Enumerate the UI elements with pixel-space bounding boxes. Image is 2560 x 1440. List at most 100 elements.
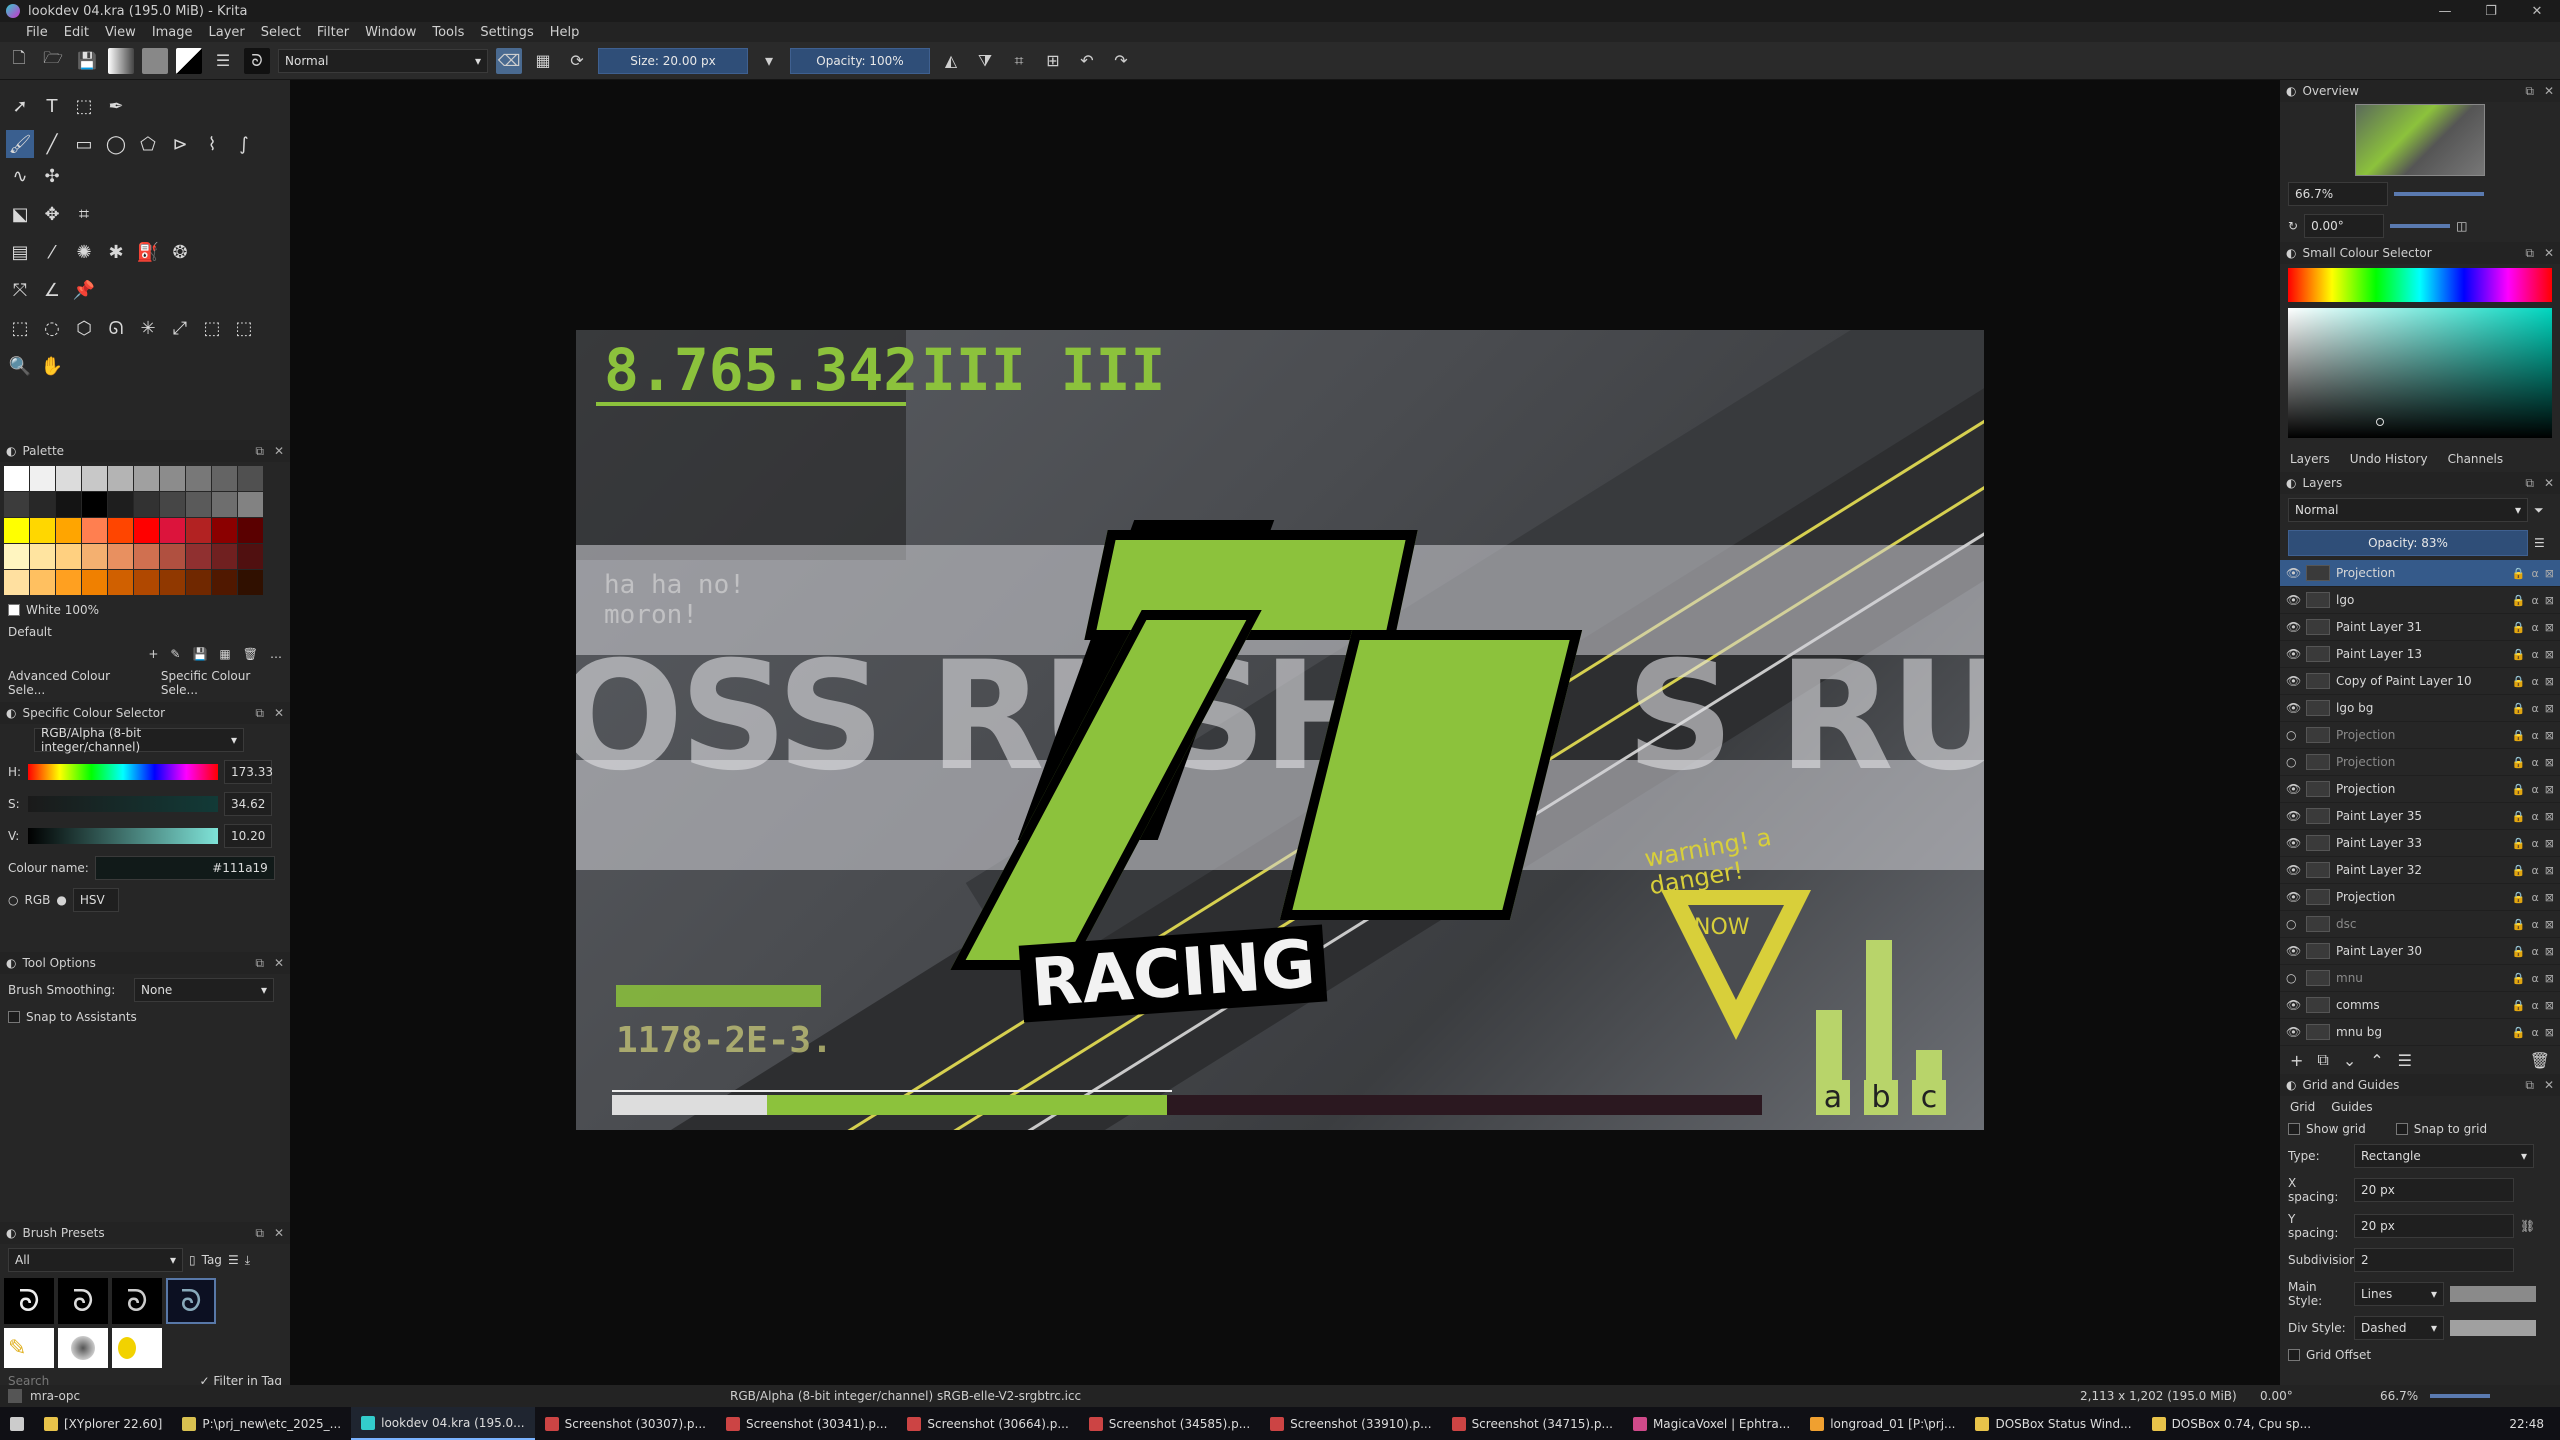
freehand-path-tool-icon[interactable]: ∫	[230, 130, 258, 158]
overview-zoom[interactable]: 66.7%	[2288, 182, 2388, 206]
blend-mode-select[interactable]: Normal ▾	[278, 48, 488, 73]
float-icon[interactable]: ⧉	[255, 706, 264, 721]
rect-select-tool-icon[interactable]: ⬚	[6, 314, 34, 342]
inherit-alpha-icon[interactable]: ⊠	[2545, 648, 2554, 661]
inherit-alpha-icon[interactable]: ⊠	[2545, 621, 2554, 634]
show-grid-checkbox[interactable]	[2288, 1123, 2300, 1135]
calligraphy-tool-icon[interactable]: ✒	[102, 92, 130, 120]
close-icon[interactable]: ✕	[2544, 476, 2554, 491]
close-icon[interactable]: ✕	[2544, 84, 2554, 99]
saturation-value[interactable]: 34.62	[224, 792, 272, 816]
overview-rotate-slider[interactable]	[2390, 224, 2451, 228]
layer-properties-icon[interactable]: ☰	[2398, 1051, 2412, 1070]
ellipse-tool-icon[interactable]: ◯	[102, 130, 130, 158]
layer-row[interactable]: 👁 Paint Layer 13 🔒 α ⊠	[2280, 641, 2560, 668]
lock-icon[interactable]: 🔒	[2512, 864, 2526, 877]
reference-tool-icon[interactable]: 📌	[70, 276, 98, 304]
hue-value[interactable]: 173.33	[224, 760, 273, 784]
main-style-select[interactable]: Lines ▾	[2354, 1282, 2444, 1306]
layer-row[interactable]: 👁 lgo 🔒 α ⊠	[2280, 587, 2560, 614]
close-button[interactable]: ✕	[2514, 0, 2560, 22]
visibility-eye-icon[interactable]: 👁	[2286, 647, 2301, 661]
layer-row[interactable]: 👁 Projection 🔒 α ⊠	[2280, 560, 2560, 587]
visibility-eye-icon[interactable]: 👁	[2286, 809, 2301, 823]
float-icon[interactable]: ⧉	[255, 956, 264, 971]
mirror-horizontal-icon[interactable]: ◭	[938, 48, 964, 74]
inherit-alpha-icon[interactable]: ⊠	[2545, 864, 2554, 877]
taskbar-item[interactable]: Screenshot (33910).p...	[1260, 1407, 1441, 1440]
add-swatch-icon[interactable]: +	[148, 647, 158, 661]
palette-swatch[interactable]	[212, 492, 237, 517]
palette-swatch[interactable]	[160, 518, 185, 543]
y-spacing-input[interactable]: 20 px	[2354, 1214, 2514, 1238]
lock-icon[interactable]: 🔒	[2512, 972, 2526, 985]
colour-profile-select[interactable]: RGB/Alpha (8-bit integer/channel) ▾	[34, 726, 244, 754]
filter-icon[interactable]: ⏷	[2534, 503, 2544, 518]
layer-row[interactable]: 👁 Paint Layer 31 🔒 α ⊠	[2280, 614, 2560, 641]
alpha-lock-icon[interactable]: α	[2532, 864, 2539, 877]
menu-view[interactable]: View	[97, 25, 144, 40]
tab-layers[interactable]: Layers	[2290, 452, 2330, 466]
save-palette-icon[interactable]: 💾	[192, 647, 207, 661]
colorize-mask-tool-icon[interactable]: ✱	[102, 238, 130, 266]
colour-name-value[interactable]: #111a19	[94, 856, 275, 880]
palette-swatch[interactable]	[30, 544, 55, 569]
alpha-lock-icon[interactable]: α	[2532, 972, 2539, 985]
similar-select-tool-icon[interactable]: ⤢	[166, 314, 194, 342]
palette-swatch[interactable]	[186, 544, 211, 569]
visibility-eye-icon[interactable]: 👁	[2286, 566, 2301, 580]
taskbar-item[interactable]: DOSBox 0.74, Cpu sp...	[2142, 1407, 2322, 1440]
close-icon[interactable]: ✕	[274, 444, 284, 459]
saturation-slider[interactable]	[28, 796, 218, 812]
visibility-eye-icon[interactable]: ○	[2286, 917, 2300, 931]
palette-swatch[interactable]	[56, 466, 81, 491]
alpha-lock-icon[interactable]: α	[2532, 945, 2539, 958]
lock-icon[interactable]: 🔒	[2512, 756, 2526, 769]
ellipse-select-tool-icon[interactable]: ◌	[38, 314, 66, 342]
lock-icon[interactable]: 🔒	[2512, 621, 2526, 634]
polygon-tool-icon[interactable]: ⬠	[134, 130, 162, 158]
menu-edit[interactable]: Edit	[56, 25, 97, 40]
layer-row[interactable]: 👁 Paint Layer 32 🔒 α ⊠	[2280, 857, 2560, 884]
palette-swatch[interactable]	[238, 518, 263, 543]
taskbar-item[interactable]: longroad_01 [P:\prj...	[1800, 1407, 1965, 1440]
subdivision-input[interactable]: 2	[2354, 1248, 2514, 1272]
menu-file[interactable]: File	[6, 25, 56, 40]
crop-tool-icon[interactable]: ⌗	[70, 200, 98, 228]
menu-image[interactable]: Image	[144, 25, 201, 40]
taskbar-item[interactable]: Screenshot (30341).p...	[716, 1407, 897, 1440]
lock-icon[interactable]: 🔒	[2512, 945, 2526, 958]
add-layer-icon[interactable]: +	[2290, 1051, 2303, 1070]
brush-preset-thumb[interactable]: ✎	[4, 1328, 54, 1368]
alpha-lock-icon[interactable]: α	[2532, 567, 2539, 580]
multibrush-tool-icon[interactable]: ✣	[38, 162, 66, 190]
line-tool-icon[interactable]: ╱	[38, 130, 66, 158]
list-view-icon[interactable]: ☰	[228, 1253, 239, 1267]
palette-swatch[interactable]	[4, 570, 29, 595]
rectangle-tool-icon[interactable]: ▭	[70, 130, 98, 158]
overview-zoom-slider[interactable]	[2394, 192, 2484, 196]
visibility-eye-icon[interactable]: 👁	[2286, 782, 2301, 796]
menu-select[interactable]: Select	[253, 25, 309, 40]
visibility-eye-icon[interactable]: 👁	[2286, 593, 2301, 607]
taskbar-item[interactable]: Screenshot (30307).p...	[535, 1407, 716, 1440]
inherit-alpha-icon[interactable]: ⊠	[2545, 1026, 2554, 1039]
layer-row[interactable]: 👁 comms 🔒 α ⊠	[2280, 992, 2560, 1019]
palette-swatch[interactable]	[30, 492, 55, 517]
visibility-eye-icon[interactable]: ○	[2286, 728, 2300, 742]
tag-label[interactable]: Tag	[202, 1253, 222, 1267]
eraser-mode-icon[interactable]: ⌫	[496, 47, 522, 74]
float-icon[interactable]: ⧉	[255, 444, 264, 459]
overview-thumbnail[interactable]	[2355, 104, 2485, 176]
lock-icon[interactable]: 🔒	[2512, 783, 2526, 796]
x-spacing-input[interactable]: 20 px	[2354, 1178, 2514, 1202]
palette-swatch[interactable]	[160, 466, 185, 491]
brush-preset-thumb[interactable]: ᘐ	[58, 1278, 108, 1324]
palette-swatch[interactable]	[238, 492, 263, 517]
zoom-tool-icon[interactable]: 🔍	[6, 352, 34, 380]
lock-icon[interactable]: 🔒	[2512, 648, 2526, 661]
lock-icon[interactable]: 🔒	[2512, 729, 2526, 742]
docker-lock-icon[interactable]: ◐	[6, 706, 16, 720]
inherit-alpha-icon[interactable]: ⊠	[2545, 675, 2554, 688]
layer-row[interactable]: 👁 Paint Layer 30 🔒 α ⊠	[2280, 938, 2560, 965]
